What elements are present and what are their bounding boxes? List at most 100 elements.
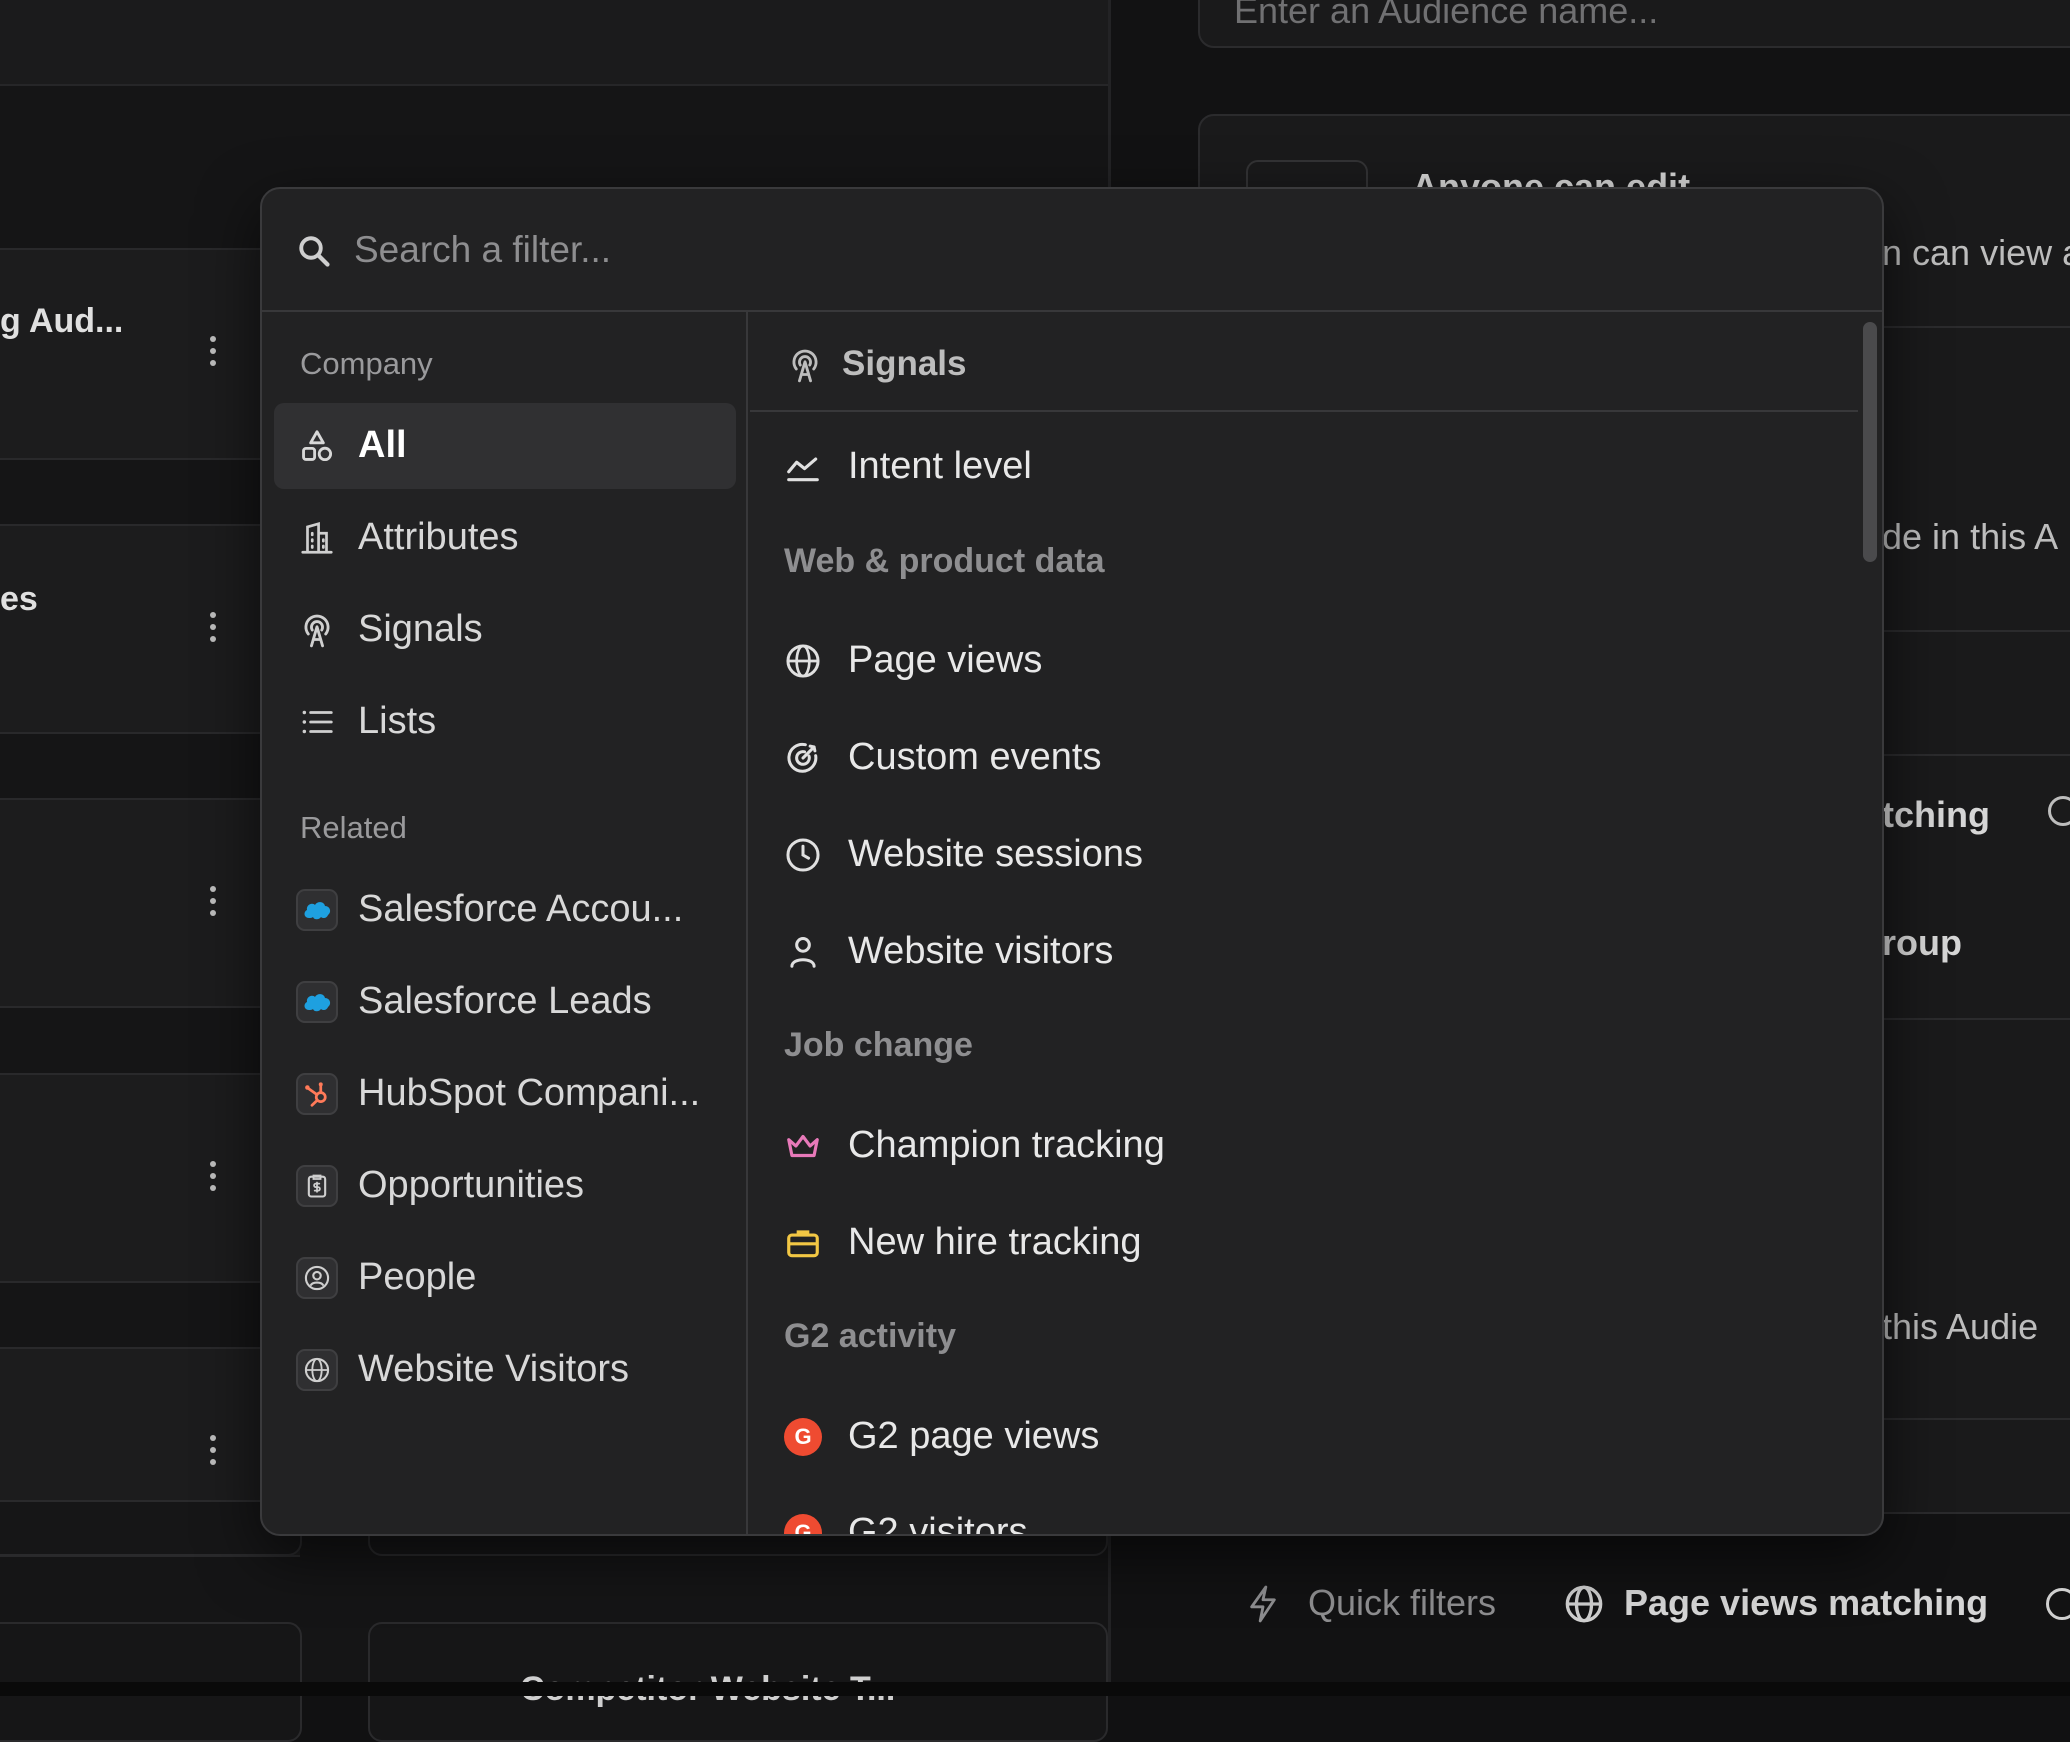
crown-icon [787,1134,819,1158]
company-section-label: Company [300,346,433,381]
category-attributes[interactable]: Attributes [274,495,736,581]
background-card [0,1500,302,1556]
audience-row-title: es [0,580,38,618]
related-hubspot-companies[interactable]: HubSpot Compani... [274,1051,736,1137]
related-label: HubSpot Compani... [358,1072,701,1114]
quick-filters-label[interactable]: Quick filters [1308,1582,1496,1624]
can-view-text: n can view a [1882,232,2070,273]
bottom-strip [0,1682,2070,1696]
person-icon [790,937,816,968]
more-icon[interactable] [208,612,218,642]
filter-search-input[interactable] [354,219,1754,281]
trend-icon [787,457,819,482]
option-page-views[interactable]: Page views [750,616,1850,706]
user-circle-icon [296,1257,338,1299]
related-label: Salesforce Leads [358,980,652,1022]
category-all[interactable]: All [274,403,736,489]
option-label: New hire tracking [848,1221,1142,1263]
shapes-icon [302,430,333,462]
signals-section-header: Signals [750,312,1858,412]
briefcase-icon [787,1230,819,1258]
list-icon [302,710,333,734]
more-icon[interactable] [208,1161,218,1191]
audience-row[interactable]: es [0,524,300,734]
globe-icon [786,644,820,678]
option-custom-events[interactable]: Custom events [750,713,1850,803]
lightning-icon [1250,1585,1276,1623]
group-text: roup [1882,922,1962,963]
option-label: Intent level [848,445,1032,487]
related-label: Opportunities [358,1164,585,1206]
option-champion-tracking[interactable]: Champion tracking [750,1101,1850,1191]
more-icon[interactable] [208,886,218,916]
background-header-band [0,0,1110,86]
building-icon [301,521,333,554]
options-scrollbar-thumb[interactable] [1863,322,1877,562]
category-lists[interactable]: Lists [274,679,736,765]
related-website-visitors[interactable]: Website Visitors [274,1327,736,1413]
audience-row[interactable]: g Aud... [0,248,300,616]
related-salesforce-leads[interactable]: Salesforce Leads [274,959,736,1045]
audience-name-placeholder: Enter an Audience name... [1234,0,1659,31]
globe-icon [1565,1585,1603,1623]
option-label: Website sessions [848,833,1143,875]
related-section-label: Related [300,810,407,845]
category-label: All [358,424,407,466]
option-g2-visitors[interactable]: G G2 visitors [750,1488,1850,1536]
web-product-data-label: Web & product data [784,542,1105,580]
related-people[interactable]: People [274,1235,736,1321]
audience-name-field[interactable]: Enter an Audience name... [1198,0,2070,48]
target-icon [2048,796,2070,826]
salesforce-icon [296,981,338,1023]
g2-activity-label: G2 activity [784,1317,956,1355]
filter-options-list: Signals Intent level Web & product data … [750,312,1882,1536]
option-label: G2 visitors [848,1511,1028,1536]
option-label: G2 page views [848,1415,1100,1457]
g2-icon: G [784,1514,822,1534]
filter-search-bar [262,189,1882,312]
radio-tower-icon [792,349,818,383]
related-salesforce-accounts[interactable]: Salesforce Accou... [274,867,736,953]
target-icon [2046,1588,2070,1620]
salesforce-icon [296,889,338,931]
category-label: Signals [358,608,483,650]
hubspot-icon [296,1073,338,1115]
clock-icon [786,838,820,872]
related-label: Salesforce Accou... [358,888,684,930]
option-label: Champion tracking [848,1124,1165,1166]
audience-row[interactable] [0,1073,300,1283]
target-icon [787,742,818,773]
in-this-audience-text: de in this A [1882,516,2059,557]
audience-row[interactable] [0,798,300,1008]
category-label: Lists [358,700,437,742]
globe-icon [296,1349,338,1391]
quick-filters-bar: Quick filters Page views matching [1198,1540,2070,1670]
option-new-hire-tracking[interactable]: New hire tracking [750,1198,1850,1288]
audience-row-title: g Aud... [0,302,124,340]
g2-icon: G [784,1418,822,1456]
matching-text: tching [1882,794,1990,835]
related-opportunities[interactable]: Opportunities [274,1143,736,1229]
category-signals[interactable]: Signals [274,587,736,673]
option-g2-page-views[interactable]: G G2 page views [750,1392,1850,1482]
option-intent-level[interactable]: Intent level [750,422,1850,512]
more-icon[interactable] [208,1435,218,1465]
option-label: Website visitors [848,930,1114,972]
related-label: Website Visitors [358,1348,630,1390]
signals-header-label: Signals [842,344,967,383]
search-icon [299,236,330,267]
option-website-sessions[interactable]: Website sessions [750,810,1850,900]
radio-tower-icon [304,614,330,648]
job-change-label: Job change [784,1026,973,1064]
in-this-audience-text: this Audie [1882,1306,2039,1347]
filter-picker-modal: Company All Attributes Signals [260,187,1884,1536]
page-views-matching-filter[interactable]: Page views matching [1624,1582,1988,1624]
related-label: People [358,1256,477,1298]
more-icon[interactable] [208,336,218,366]
option-label: Page views [848,639,1043,681]
category-label: Attributes [358,516,519,558]
option-label: Custom events [848,736,1102,778]
dollar-doc-icon [296,1165,338,1207]
filter-category-sidebar: Company All Attributes Signals Lists Rel… [262,312,748,1534]
option-website-visitors[interactable]: Website visitors [750,907,1850,997]
